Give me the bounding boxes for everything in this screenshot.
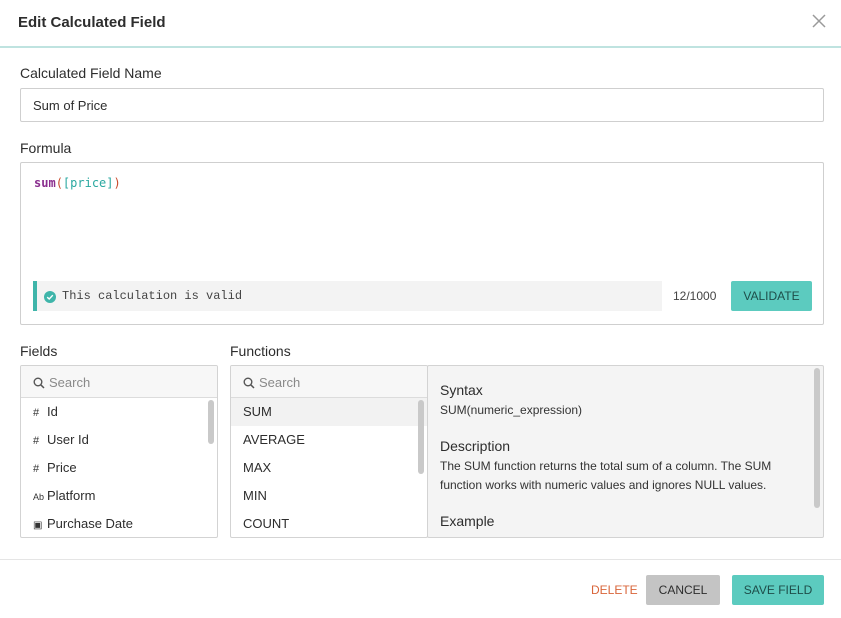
description-text: The SUM function returns the total sum o…	[440, 459, 772, 492]
description-heading: Description	[440, 438, 511, 454]
fields-scrollbar[interactable]	[208, 400, 214, 444]
field-item-label: Purchase Date	[47, 516, 133, 531]
syntax-heading: Syntax	[440, 382, 483, 398]
save-field-button[interactable]: SAVE FIELD	[732, 575, 824, 605]
cancel-button[interactable]: CANCEL	[646, 575, 720, 605]
functions-search	[231, 366, 427, 398]
field-item-id[interactable]: # Id	[21, 398, 217, 426]
functions-scrollbar[interactable]	[418, 400, 424, 474]
function-item-average[interactable]: AVERAGE	[231, 426, 427, 454]
number-type-icon: #	[33, 435, 40, 447]
functions-search-input[interactable]	[259, 372, 409, 392]
number-type-icon: #	[33, 463, 40, 475]
formula-editor[interactable]: sum([price]) This calculation is valid 1…	[20, 162, 824, 325]
function-item-count[interactable]: COUNT	[231, 510, 427, 537]
functions-panel: SUM AVERAGE MAX MIN COUNT	[230, 365, 428, 538]
description-scrollbar[interactable]	[814, 368, 820, 508]
search-icon	[33, 376, 45, 389]
check-circle-icon	[44, 290, 56, 303]
close-icon[interactable]	[811, 13, 827, 29]
character-counter: 12/1000	[673, 289, 717, 303]
function-description: Syntax SUM(numeric_expression) Descripti…	[440, 382, 810, 532]
field-item-label: User Id	[47, 432, 89, 447]
formula-field-token: [price]	[62, 176, 114, 190]
functions-list: SUM AVERAGE MAX MIN COUNT	[231, 398, 427, 537]
field-item-user-id[interactable]: # User Id	[21, 426, 217, 454]
field-item-label: Price	[47, 460, 77, 475]
function-item-max[interactable]: MAX	[231, 454, 427, 482]
function-description-panel: Syntax SUM(numeric_expression) Descripti…	[427, 365, 824, 538]
formula-close-paren: )	[113, 176, 121, 190]
dialog-title: Edit Calculated Field	[18, 14, 166, 31]
functions-label: Functions	[230, 343, 291, 359]
field-name-input[interactable]	[20, 88, 824, 122]
fields-list: # Id # User Id # Price Ab Platform ▣ Purchase…	[21, 398, 217, 537]
validate-button[interactable]: VALIDATE	[731, 281, 812, 311]
date-type-icon: ▣	[33, 520, 43, 531]
field-name-label: Calculated Field Name	[20, 65, 162, 81]
dialog-footer: DELETE CANCEL SAVE FIELD	[0, 559, 841, 618]
fields-panel: # Id # User Id # Price AbPlatform ▣ Purchase…	[20, 365, 218, 538]
function-item-sum[interactable]: SUM	[231, 398, 427, 426]
field-item-purchase-date[interactable]: ▣ Purchase Date	[21, 510, 217, 537]
syntax-text: SUM(numeric_expression)	[440, 403, 583, 417]
function-item-min[interactable]: MIN	[231, 482, 427, 510]
fields-label: Fields	[20, 343, 58, 359]
formula-open-paren: (	[55, 176, 63, 190]
fields-search	[21, 366, 217, 398]
field-item-label: Platform	[47, 488, 96, 503]
delete-button[interactable]: DELETE	[591, 575, 638, 605]
validation-status-bar: This calculation is valid	[33, 281, 662, 311]
dialog-header: Edit Calculated Field	[0, 0, 841, 48]
field-item-label: Id	[47, 404, 58, 419]
field-item-platform[interactable]: Ab Platform	[21, 482, 217, 510]
field-item-price[interactable]: # Price	[21, 454, 217, 482]
search-icon	[243, 376, 255, 389]
validation-status-text: This calculation is valid	[62, 289, 243, 303]
fields-search-input[interactable]	[49, 372, 199, 392]
formula-label: Formula	[20, 140, 72, 156]
number-type-icon: #	[33, 407, 40, 419]
formula-function-token: sum	[34, 176, 56, 190]
formula-code[interactable]: sum([price])	[34, 176, 121, 190]
example-heading: Example	[440, 513, 495, 529]
text-type-icon: Ab	[33, 492, 45, 502]
